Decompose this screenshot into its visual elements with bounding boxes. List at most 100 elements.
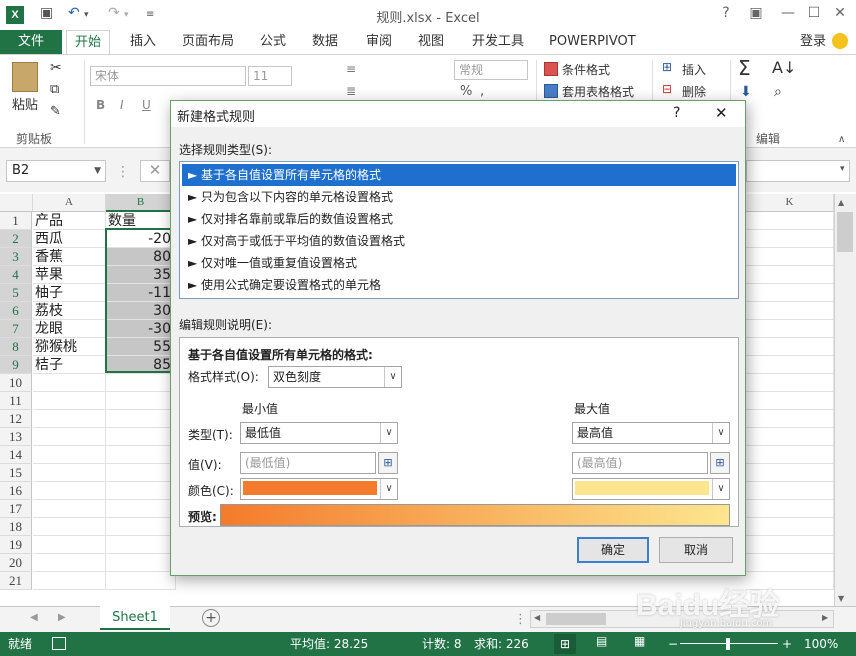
formula-options-icon[interactable]: ⋮ <box>116 164 130 180</box>
tab-page-layout[interactable]: 页面布局 <box>182 30 234 54</box>
cell-b[interactable] <box>106 428 176 446</box>
comma-style-icon[interactable]: , <box>480 84 484 99</box>
max-value-input[interactable]: (最高值) <box>572 452 708 474</box>
font-name-combo[interactable]: 宋体 <box>90 66 246 86</box>
paste-label[interactable]: 粘贴 <box>12 94 38 113</box>
conditional-format-button[interactable]: 条件格式 <box>562 61 610 78</box>
cell-b[interactable] <box>106 446 176 464</box>
cell-k[interactable] <box>746 482 834 500</box>
cell-k[interactable] <box>746 302 834 320</box>
macro-record-icon[interactable] <box>52 637 66 650</box>
row-header[interactable]: 19 <box>0 536 32 554</box>
cell-k[interactable] <box>746 392 834 410</box>
cell-k[interactable] <box>746 230 834 248</box>
cell-k[interactable] <box>746 338 834 356</box>
cell-b[interactable]: -20 <box>106 230 176 248</box>
cell-k[interactable] <box>746 554 834 572</box>
max-color-picker[interactable]: ∨ <box>572 478 730 500</box>
normal-view-icon[interactable]: ⊞ <box>554 634 576 654</box>
min-color-picker[interactable]: ∨ <box>240 478 398 500</box>
minimize-button[interactable]: — <box>778 5 798 21</box>
percent-icon[interactable]: % <box>460 84 472 99</box>
cell-k[interactable] <box>746 212 834 230</box>
insert-cells-button[interactable]: 插入 <box>682 61 706 78</box>
tab-home[interactable]: 开始 <box>66 30 111 54</box>
format-style-dropdown[interactable]: 双色刻度 ∨ <box>268 366 402 388</box>
cell-a[interactable] <box>33 572 106 590</box>
row-header[interactable]: 15 <box>0 464 32 482</box>
tab-powerpivot[interactable]: POWERPIVOT <box>549 30 636 54</box>
scroll-left-icon[interactable]: ◀ <box>534 613 540 622</box>
range-select-icon[interactable]: ⊞ <box>378 452 398 474</box>
conditional-format-icon[interactable] <box>544 62 558 76</box>
zoom-out-icon[interactable]: − <box>668 632 678 656</box>
zoom-in-icon[interactable]: + <box>782 632 792 656</box>
cell-a[interactable] <box>33 518 106 536</box>
row-header[interactable]: 4 <box>0 266 32 284</box>
cell-a[interactable]: 产品 <box>33 212 106 230</box>
cell-b[interactable]: 55 <box>106 338 176 356</box>
cell-a[interactable]: 荔枝 <box>33 302 106 320</box>
vertical-scroll-thumb[interactable] <box>837 212 853 252</box>
row-header[interactable]: 16 <box>0 482 32 500</box>
cut-icon[interactable]: ✂ <box>50 60 62 76</box>
cell-b[interactable] <box>106 536 176 554</box>
cell-a[interactable] <box>33 428 106 446</box>
formula-input[interactable] <box>746 160 850 182</box>
paste-icon[interactable] <box>12 62 38 92</box>
tab-review[interactable]: 审阅 <box>366 30 392 54</box>
delete-cells-button[interactable]: 删除 <box>682 83 706 100</box>
cell-a[interactable]: 柚子 <box>33 284 106 302</box>
row-header[interactable]: 10 <box>0 374 32 392</box>
scroll-up-icon[interactable]: ▲ <box>838 198 844 207</box>
row-header[interactable]: 20 <box>0 554 32 572</box>
row-header[interactable]: 11 <box>0 392 32 410</box>
cell-b[interactable] <box>106 554 176 572</box>
zoom-slider-thumb[interactable] <box>726 638 730 650</box>
copy-icon[interactable]: ⧉ <box>50 82 59 97</box>
cell-a[interactable]: 桔子 <box>33 356 106 374</box>
cell-b[interactable]: 80 <box>106 248 176 266</box>
sort-filter-icon[interactable]: A↓ <box>772 58 796 77</box>
cell-a[interactable] <box>33 392 106 410</box>
cell-k[interactable] <box>746 518 834 536</box>
cell-k[interactable] <box>746 500 834 518</box>
cell-a[interactable] <box>33 500 106 518</box>
cell-k[interactable] <box>746 464 834 482</box>
cell-k[interactable] <box>746 374 834 392</box>
cancel-button[interactable]: 取消 <box>659 537 733 563</box>
bold-button[interactable]: B <box>96 98 105 112</box>
cell-k[interactable] <box>746 320 834 338</box>
tab-developer[interactable]: 开发工具 <box>472 30 524 54</box>
rule-type-item-each-value[interactable]: ► 基于各自值设置所有单元格的格式 <box>182 164 736 186</box>
horizontal-scroll-thumb[interactable] <box>546 613 606 625</box>
find-select-icon[interactable]: ⌕ <box>774 84 782 100</box>
cell-b[interactable] <box>106 392 176 410</box>
help-icon[interactable]: ? <box>716 5 736 21</box>
cell-k[interactable] <box>746 410 834 428</box>
row-header[interactable]: 2 <box>0 230 32 248</box>
font-size-combo[interactable]: 11 <box>248 66 292 86</box>
next-sheet-icon[interactable]: ▶ <box>58 612 66 623</box>
cell-b[interactable]: -11 <box>106 284 176 302</box>
collapse-ribbon-icon[interactable]: ∧ <box>838 134 845 145</box>
italic-button[interactable]: I <box>120 98 124 112</box>
row-header[interactable]: 12 <box>0 410 32 428</box>
max-type-dropdown[interactable]: 最高值 ∨ <box>572 422 730 444</box>
tab-formulas[interactable]: 公式 <box>260 30 286 54</box>
ok-button[interactable]: 确定 <box>577 537 649 563</box>
name-box-dropdown-icon[interactable]: ▼ <box>94 161 101 181</box>
column-header-k[interactable]: K <box>746 194 834 212</box>
cell-a[interactable] <box>33 410 106 428</box>
row-header[interactable]: 1 <box>0 212 32 230</box>
new-sheet-icon[interactable]: + <box>202 609 220 627</box>
cell-b[interactable]: 数量 <box>106 212 176 230</box>
min-value-input[interactable]: (最低值) <box>240 452 376 474</box>
row-header[interactable]: 14 <box>0 446 32 464</box>
cell-b[interactable] <box>106 572 176 590</box>
scroll-right-icon[interactable]: ▶ <box>822 613 828 622</box>
column-header-b[interactable]: B <box>106 194 176 212</box>
cell-k[interactable] <box>746 428 834 446</box>
rule-type-item-above-below-average[interactable]: ► 仅对高于或低于平均值的数值设置格式 <box>182 230 736 252</box>
smiley-icon[interactable] <box>832 33 848 49</box>
